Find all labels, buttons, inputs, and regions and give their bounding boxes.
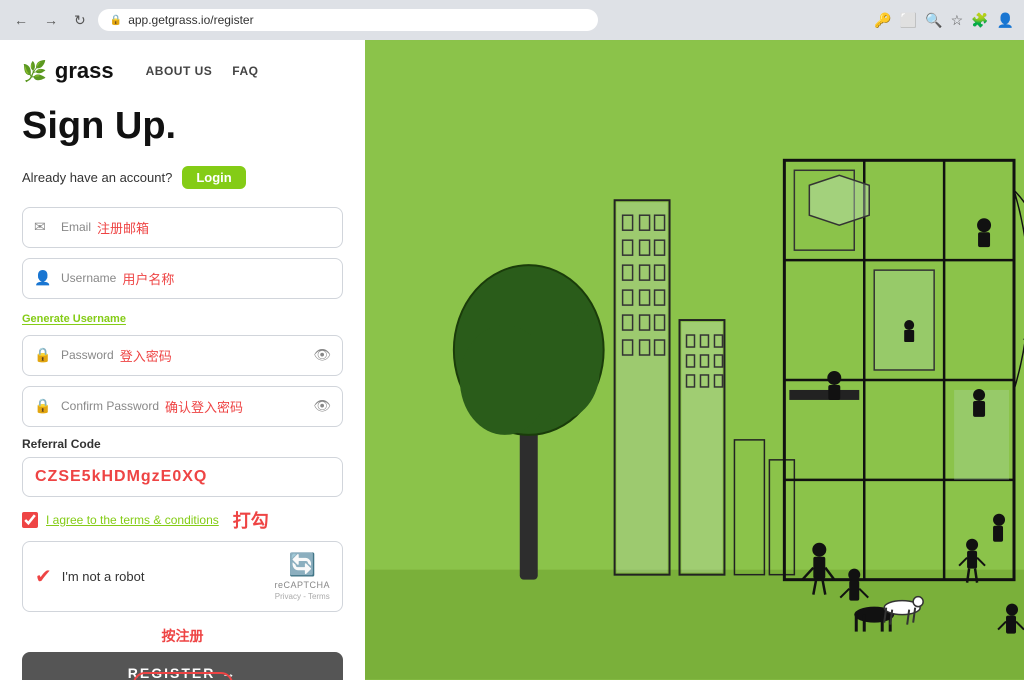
register-button[interactable]: REGISTER → [22, 652, 343, 680]
confirm-password-value: 确认登入密码 [165, 397, 330, 416]
logo-text: grass [55, 58, 114, 84]
nav-faq[interactable]: FAQ [232, 64, 258, 78]
terms-text[interactable]: I agree to the terms & conditions [46, 513, 219, 527]
username-value: 用户名称 [122, 269, 330, 288]
logo: 🌿 grass [22, 58, 114, 84]
password-value: 登入密码 [120, 346, 330, 365]
register-annotation: 按注册 [22, 626, 343, 646]
referral-input[interactable] [22, 457, 343, 497]
referral-label: Referral Code [22, 437, 343, 451]
lock-confirm-icon: 🔒 [34, 398, 51, 415]
lock-icon: 🔒 [34, 347, 51, 364]
url-bar[interactable]: 🔒 app.getgrass.io/register [98, 9, 598, 31]
captcha-checkmark-icon: ✔ [35, 564, 52, 589]
username-label: Username [61, 271, 116, 285]
generate-username-button[interactable]: Generate Username [22, 313, 126, 325]
browser-chrome: ← → ↻ 🔒 app.getgrass.io/register 🔑 ⬜ 🔍 ☆… [0, 0, 1024, 40]
account-row: Already have an account? Login [22, 166, 343, 189]
user-icon: 👤 [34, 270, 51, 287]
confirm-password-field-display[interactable]: Confirm Password 确认登入密码 [22, 386, 343, 427]
email-label: Email [61, 220, 91, 234]
terms-annotation: 打勾 [233, 507, 269, 533]
city-illustration [365, 40, 1024, 680]
tab-icon[interactable]: ⬜ [900, 12, 917, 29]
confirm-password-toggle-icon[interactable]: 👁 [313, 398, 331, 415]
email-value: 注册邮箱 [97, 218, 330, 237]
browser-toolbar: 🔑 ⬜ 🔍 ☆ 🧩 👤 [874, 12, 1014, 29]
confirm-password-field-group: 🔒 Confirm Password 确认登入密码 👁 [22, 386, 343, 427]
register-ring-indicator [133, 672, 233, 680]
password-toggle-icon[interactable]: 👁 [313, 347, 331, 364]
extension-icon[interactable]: 🧩 [971, 12, 988, 29]
referral-section: Referral Code [22, 437, 343, 497]
password-field-group: 🔒 Password 登入密码 👁 [22, 335, 343, 376]
right-panel-illustration [365, 40, 1024, 680]
username-field-group: 👤 Username 用户名称 [22, 258, 343, 299]
account-prompt: Already have an account? [22, 170, 172, 185]
forward-button[interactable]: → [40, 8, 62, 32]
logo-icon: 🌿 [22, 59, 47, 84]
captcha-logo: 🔄 reCAPTCHA Privacy - Terms [274, 552, 330, 601]
captcha-label: I'm not a robot [62, 569, 145, 584]
email-field-group: ✉ Email 注册邮箱 [22, 207, 343, 248]
page-title: Sign Up. [22, 106, 343, 148]
url-text: app.getgrass.io/register [128, 13, 253, 27]
confirm-password-label: Confirm Password [61, 399, 159, 413]
email-icon: ✉ [34, 219, 46, 236]
nav-links: ABOUT US FAQ [146, 64, 259, 78]
captcha-left: ✔ I'm not a robot [35, 564, 144, 589]
profile-icon[interactable]: 👤 [997, 12, 1014, 29]
refresh-button[interactable]: ↻ [70, 8, 90, 33]
password-field-display[interactable]: Password 登入密码 [22, 335, 343, 376]
recaptcha-brand: reCAPTCHA [274, 580, 330, 590]
left-panel: 🌿 grass ABOUT US FAQ Sign Up. Already ha… [0, 40, 365, 680]
password-label: Password [61, 348, 114, 362]
recaptcha-icon: 🔄 [289, 552, 316, 578]
nav-header: 🌿 grass ABOUT US FAQ [0, 40, 365, 96]
page-wrapper: 🌿 grass ABOUT US FAQ Sign Up. Already ha… [0, 40, 1024, 680]
form-area: Sign Up. Already have an account? Login … [0, 96, 365, 680]
terms-row: I agree to the terms & conditions 打勾 [22, 507, 343, 533]
nav-about-us[interactable]: ABOUT US [146, 64, 213, 78]
captcha-widget[interactable]: ✔ I'm not a robot 🔄 reCAPTCHA Privacy - … [22, 541, 343, 612]
email-field-display[interactable]: Email 注册邮箱 [22, 207, 343, 248]
terms-checkbox[interactable] [22, 512, 38, 528]
zoom-icon[interactable]: 🔍 [925, 12, 942, 29]
back-button[interactable]: ← [10, 8, 32, 32]
login-button[interactable]: Login [182, 166, 245, 189]
key-icon[interactable]: 🔑 [874, 12, 891, 29]
bookmark-icon[interactable]: ☆ [951, 12, 964, 29]
recaptcha-links: Privacy - Terms [275, 592, 330, 601]
username-field-display[interactable]: Username 用户名称 [22, 258, 343, 299]
lock-icon: 🔒 [110, 15, 122, 26]
